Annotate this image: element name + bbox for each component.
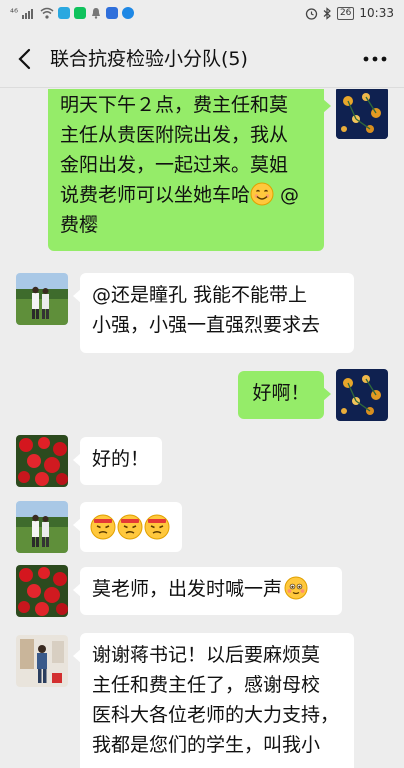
contact-avatar-couple[interactable]: [16, 273, 68, 325]
blushing-face-emoji: [284, 576, 308, 600]
bell-notification-icon: [92, 8, 101, 19]
message-line: @还是瞳孔 我能不能带上: [92, 284, 308, 306]
message-line: 明天下午２点，费主任和莫: [60, 94, 289, 116]
message-bubble-incoming[interactable]: [73, 502, 182, 552]
message-text: 好的！: [92, 448, 150, 470]
avatar-flowers-night-image: [336, 369, 388, 421]
chat-header: 联合抗疫检验小分队(5): [0, 30, 404, 88]
determined-face-emoji: [117, 514, 143, 540]
avatar-couple-outdoor-image: [16, 273, 68, 325]
avatar-person-indoor-image: [16, 635, 68, 687]
alarm-icon: [305, 7, 318, 20]
back-arrow-icon: [18, 48, 31, 70]
message-bubble-incoming[interactable]: 莫老师，出发时喊一声: [73, 567, 342, 615]
message-line: 谢谢蒋书记！以后要麻烦莫: [92, 644, 321, 666]
app-notification-icon-3: [122, 7, 135, 19]
avatar-red-flowers-image: [16, 435, 68, 487]
wifi-icon: [40, 7, 54, 19]
message-bubble-outgoing[interactable]: 明天下午２点，费主任和莫 主任从贵医附院出发，我从 金阳出发，一起过来。莫姐 说…: [48, 89, 331, 251]
my-avatar[interactable]: [336, 89, 388, 139]
wechat-notification-icon: [74, 7, 87, 19]
message-line: 主任和费主任了，感谢母校: [92, 674, 321, 696]
message-line: 主任从贵医附院出发，我从: [60, 124, 289, 146]
message-list[interactable]: 明天下午２点，费主任和莫 主任从贵医附院出发，我从 金阳出发，一起过来。莫姐 说…: [0, 89, 404, 768]
avatar-red-flowers-image: [16, 565, 68, 617]
status-right: 26 10:33: [305, 6, 394, 20]
message-text: 好啊！: [252, 382, 310, 404]
more-options-button[interactable]: [360, 44, 390, 74]
message-text: 说费老师可以坐她车哈: [60, 184, 251, 206]
message-text: 莫老师，出发时喊一声: [92, 578, 283, 600]
status-bar: ⁴⁶ 26 10:33: [0, 0, 404, 30]
more-dots-icon: [363, 56, 387, 62]
status-time: 10:33: [359, 6, 394, 20]
contact-avatar-red-flowers[interactable]: [16, 565, 68, 617]
message-bubble-incoming[interactable]: 谢谢蒋书记！以后要麻烦莫 主任和费主任了，感谢母校 医科大各位老师的大力支持， …: [73, 633, 354, 768]
message-line: 我都是您们的学生，叫我小: [92, 734, 321, 756]
contact-avatar-red-flowers[interactable]: [16, 435, 68, 487]
app-notification-icon-1: [58, 7, 71, 19]
message-line: 金阳出发，一起过来。莫姐: [60, 154, 289, 176]
contact-avatar-couple[interactable]: [16, 501, 68, 553]
signal-label: ⁴⁶: [10, 7, 19, 19]
bluetooth-icon: [323, 6, 331, 20]
status-left: ⁴⁶: [10, 7, 135, 19]
contact-avatar-person[interactable]: [16, 635, 68, 687]
determined-face-emoji: [144, 514, 170, 540]
determined-face-emoji: [90, 514, 116, 540]
smiling-face-emoji: [250, 182, 274, 206]
app-notification-icon-2: [106, 7, 119, 19]
avatar-flowers-night-image: [336, 89, 388, 139]
mention-at: @: [274, 184, 300, 206]
battery-indicator: 26: [336, 6, 355, 20]
chat-title: 联合抗疫检验小分队(5): [50, 48, 248, 70]
message-line: 说费老师可以坐她车哈 @: [60, 180, 312, 210]
message-line: 费樱: [60, 214, 99, 236]
message-line: 小强，小强一直强烈要求去: [92, 314, 321, 336]
avatar-couple-outdoor-image: [16, 501, 68, 553]
message-bubble-incoming[interactable]: 好的！: [73, 437, 162, 485]
message-bubble-outgoing[interactable]: 好啊！: [238, 371, 331, 419]
my-avatar[interactable]: [336, 369, 388, 421]
message-line: 医科大各位老师的大力支持，: [92, 704, 340, 726]
message-bubble-incoming[interactable]: @还是瞳孔 我能不能带上 小强，小强一直强烈要求去: [73, 273, 354, 353]
signal-icon: [22, 9, 34, 19]
back-button[interactable]: [12, 44, 40, 74]
